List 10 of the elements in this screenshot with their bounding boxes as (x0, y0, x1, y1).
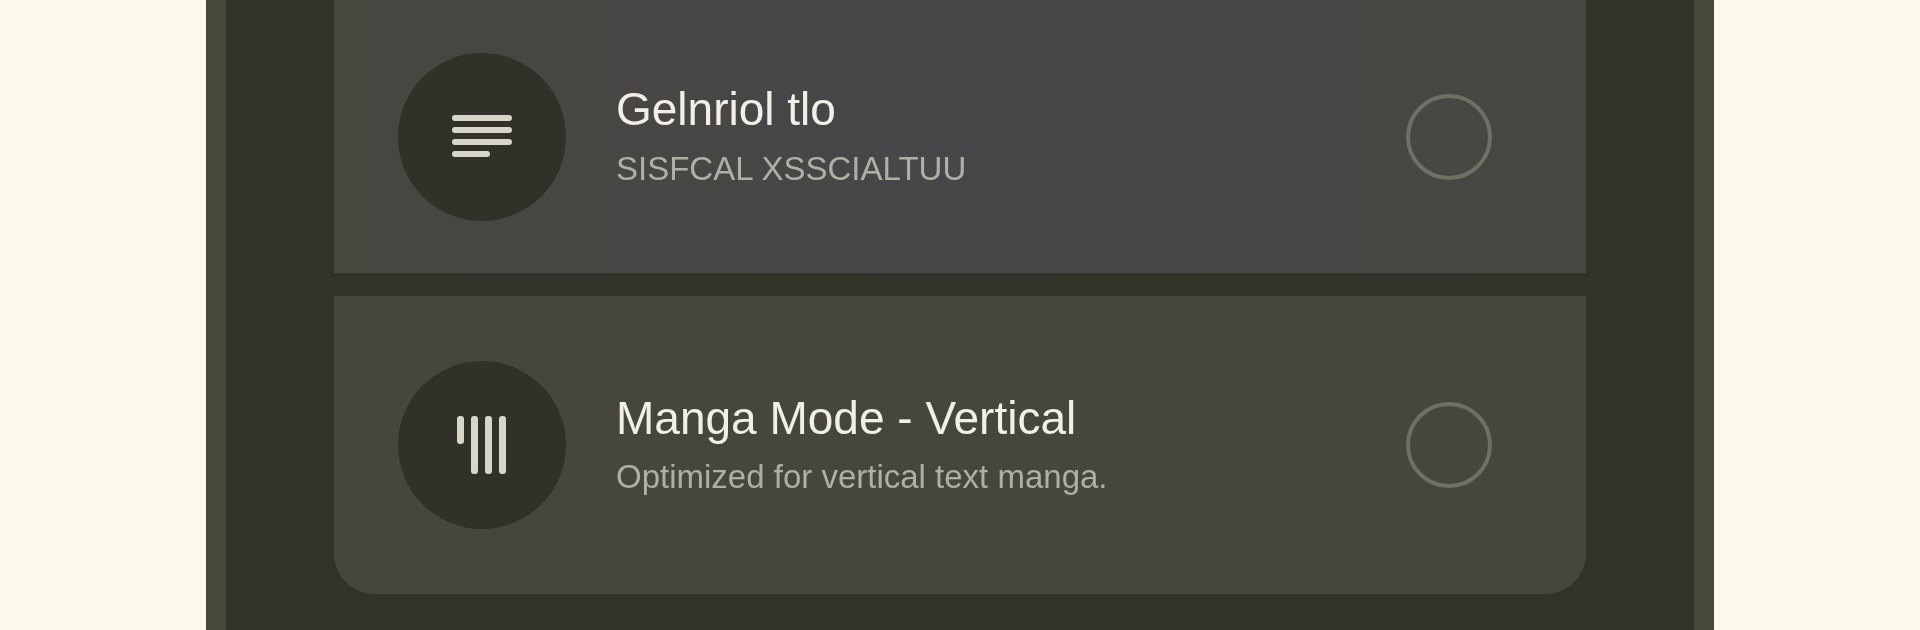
option-card[interactable]: Manga Mode - Vertical Optimized for vertical text manga. (334, 296, 1586, 594)
radio-button[interactable] (1406, 93, 1492, 180)
radio-button[interactable] (1406, 402, 1492, 488)
option-title: Manga Mode - Vertical (616, 390, 1078, 446)
vertical-lines-icon (457, 416, 507, 474)
option-description: SISFCAL XSSCIALTUU (616, 148, 967, 189)
text-lines-icon (452, 114, 512, 159)
option-description: Optimized for vertical text manga. (616, 457, 1108, 498)
option-title: Gelnriol tlo (616, 82, 837, 138)
option-card[interactable]: Gelnriol tlo SISFCAL XSSCIALTUU (334, 0, 1586, 273)
